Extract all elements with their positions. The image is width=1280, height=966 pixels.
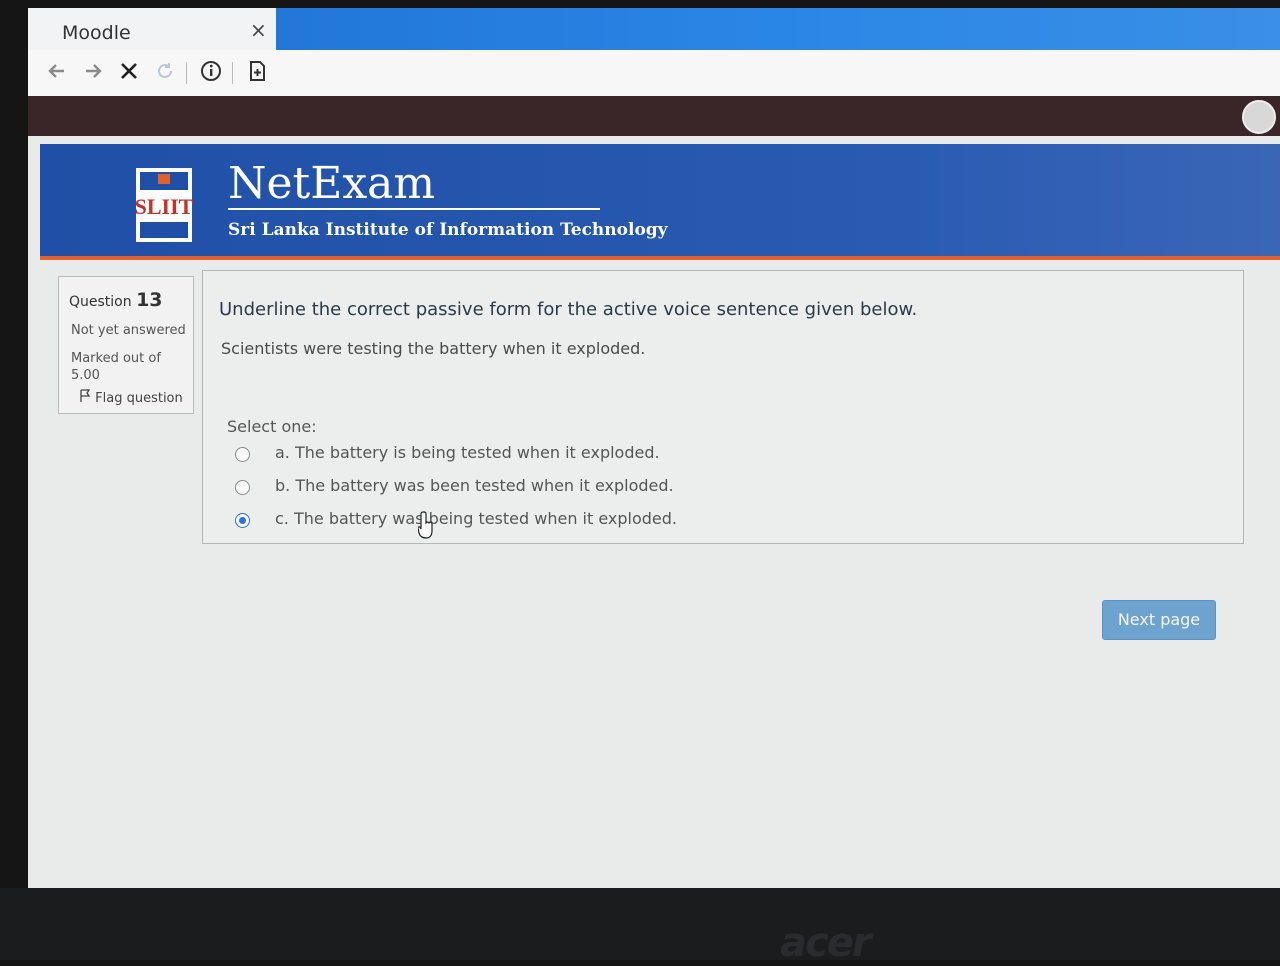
user-avatar[interactable] (1242, 100, 1276, 134)
reload-icon[interactable] (150, 58, 180, 88)
tab-strip: Moodle × (28, 8, 1280, 50)
forward-icon[interactable] (78, 58, 108, 88)
browser-tab[interactable]: Moodle × (28, 8, 276, 50)
toolbar-divider (186, 62, 187, 84)
answer-option-c-label: c. The battery was being tested when it … (275, 509, 678, 528)
netexam-banner: SLIIT NetExam Sri Lanka Institute of Inf… (40, 144, 1280, 260)
flag-question-label: Flag question (95, 391, 183, 406)
browser-toolbar (28, 50, 1280, 97)
question-panel: Underline the correct passive form for t… (202, 270, 1244, 544)
flag-question-link[interactable]: Flag question (79, 389, 183, 406)
screen: Moodle × SLIIT NetExam Sri Lanka Institu… (28, 8, 1280, 888)
banner-subtitle: Sri Lanka Institute of Information Techn… (228, 220, 668, 240)
sliit-logo: SLIIT (135, 168, 194, 242)
answer-option-a-label: a. The battery is being tested when it e… (275, 443, 660, 462)
toolbar-divider (232, 62, 233, 84)
radio-button-a[interactable] (235, 447, 250, 462)
radio-button-c[interactable] (235, 513, 250, 528)
info-icon[interactable] (196, 58, 226, 88)
logo-text: SLIIT (135, 194, 194, 219)
tab-close-icon[interactable]: × (250, 18, 267, 42)
radio-button-b[interactable] (235, 480, 250, 495)
hand-cursor-icon (418, 511, 433, 539)
max-mark: 5.00 (71, 368, 100, 383)
question-label: Question (69, 294, 132, 310)
banner-divider (228, 208, 600, 210)
question-state: Not yet answered (71, 323, 186, 338)
back-icon[interactable] (42, 58, 72, 88)
banner-title: NetExam (228, 158, 436, 209)
moodle-top-bar (28, 96, 1280, 136)
question-info-panel: Question 13 Not yet answered Marked out … (58, 276, 194, 414)
question-sentence: Scientists were testing the battery when… (221, 339, 646, 358)
next-page-button[interactable]: Next page (1102, 600, 1216, 640)
question-number-value: 13 (136, 289, 163, 311)
laptop-bezel: acer (0, 888, 1280, 966)
marked-out-of: Marked out of (71, 351, 161, 366)
question-instruction: Underline the correct passive form for t… (219, 299, 918, 320)
question-number: Question 13 (69, 289, 163, 311)
answer-option-b-label: b. The battery was been tested when it e… (275, 476, 674, 495)
flag-icon (80, 389, 91, 402)
select-one-label: Select one: (227, 417, 317, 436)
stop-icon[interactable] (114, 58, 144, 88)
reader-icon[interactable] (242, 58, 272, 88)
tab-title: Moodle (62, 22, 131, 44)
laptop-brand-logo: acer (780, 920, 872, 966)
